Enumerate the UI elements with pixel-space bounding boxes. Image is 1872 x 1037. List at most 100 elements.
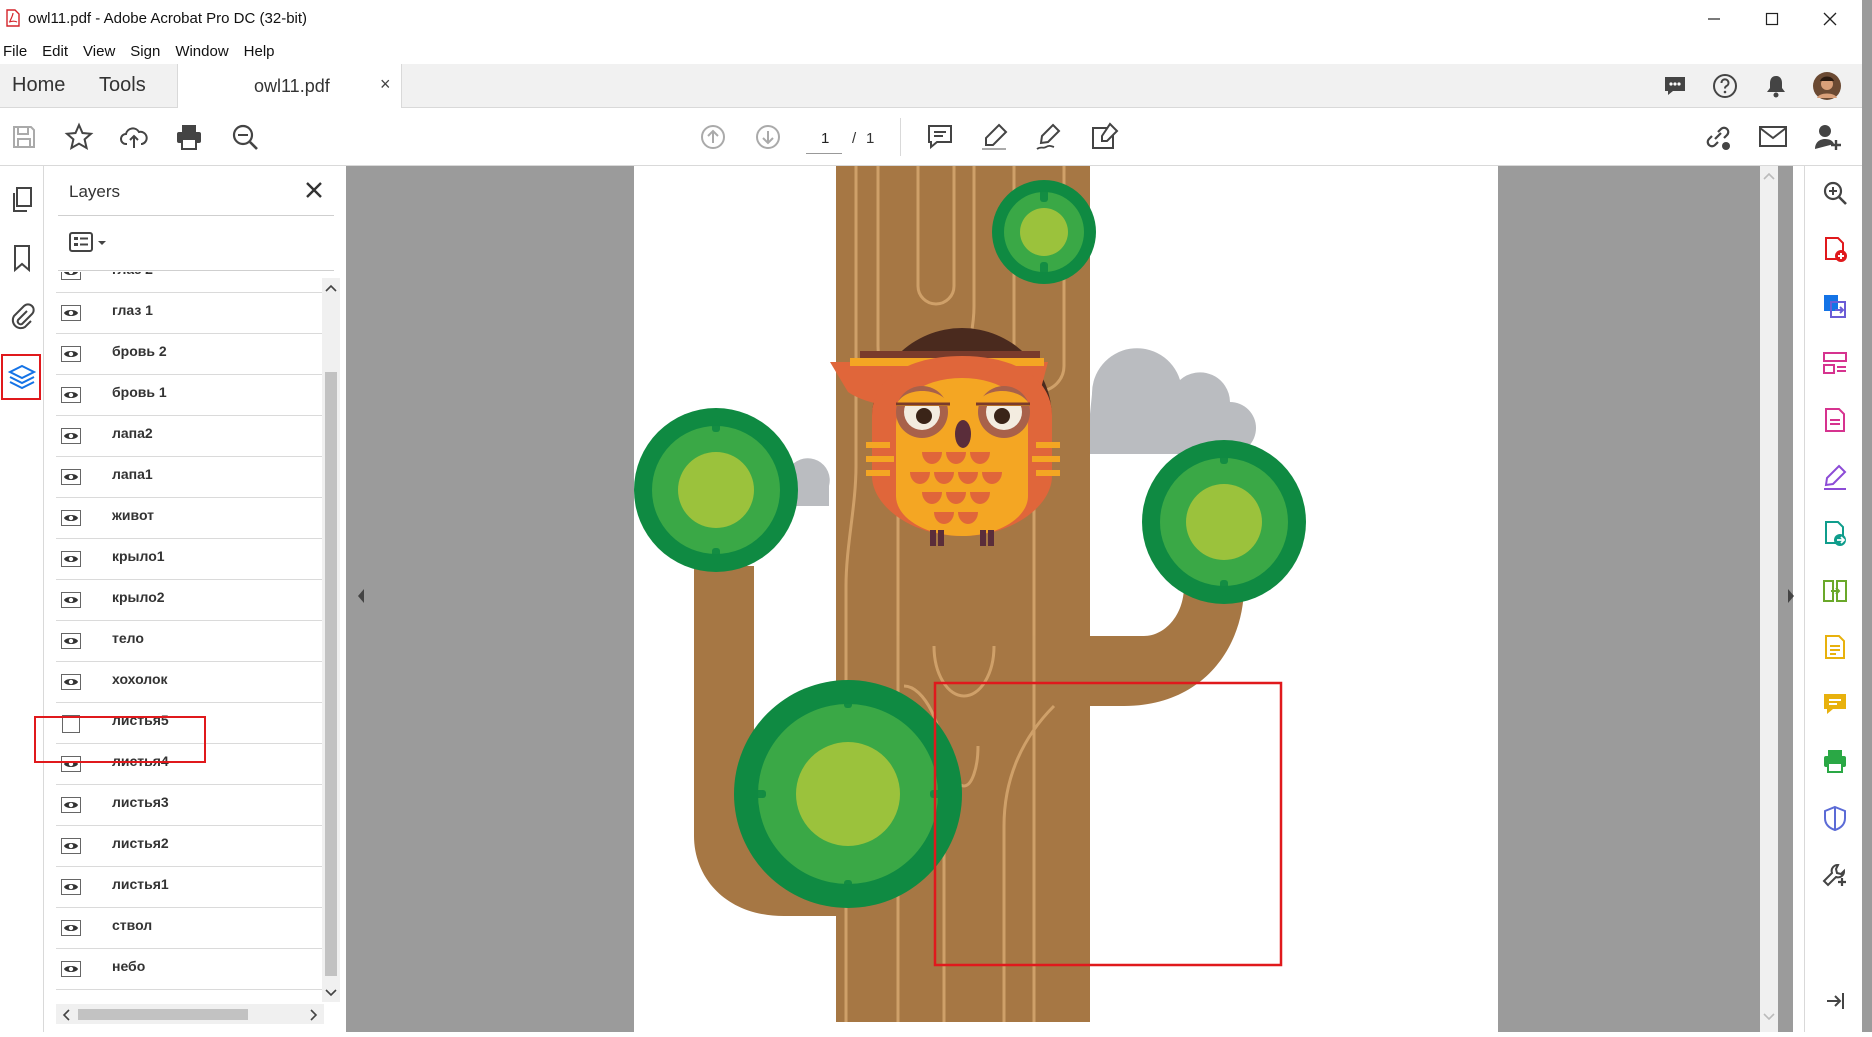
layer-visibility-eye-icon[interactable] xyxy=(61,674,81,690)
print-button[interactable] xyxy=(170,118,208,156)
layer-row[interactable]: тело xyxy=(56,621,322,662)
highlight-button[interactable] xyxy=(975,118,1013,156)
page-number-input[interactable]: 1 xyxy=(806,120,842,154)
comment-button[interactable] xyxy=(921,118,959,156)
scroll-thumb[interactable] xyxy=(78,1009,248,1020)
menu-window[interactable]: Window xyxy=(175,43,228,60)
user-avatar[interactable] xyxy=(1812,71,1842,101)
collapse-right-panel-icon[interactable] xyxy=(1786,588,1796,604)
layer-visibility-eye-icon[interactable] xyxy=(61,305,81,321)
layer-row[interactable]: хохолок xyxy=(56,662,322,703)
scroll-up-icon[interactable] xyxy=(1763,171,1775,181)
layer-visibility-eye-icon[interactable] xyxy=(61,633,81,649)
maximize-button[interactable] xyxy=(1743,0,1801,38)
layer-visibility-eye-icon[interactable] xyxy=(61,879,81,895)
layer-visibility-eye-icon[interactable] xyxy=(61,346,81,362)
scroll-thumb[interactable] xyxy=(325,372,337,976)
minimize-button[interactable] xyxy=(1685,0,1743,38)
edit-pdf-button[interactable] xyxy=(1820,405,1850,435)
menu-edit[interactable]: Edit xyxy=(42,43,68,60)
layer-visibility-eye-icon[interactable] xyxy=(61,387,81,403)
more-tools-button[interactable] xyxy=(1820,860,1850,890)
scroll-down-icon[interactable] xyxy=(325,988,337,998)
compare-files-button[interactable] xyxy=(1820,576,1850,606)
close-tab-button[interactable]: × xyxy=(380,74,391,95)
layer-row[interactable]: крыло2 xyxy=(56,580,322,621)
menu-file[interactable]: File xyxy=(3,43,27,60)
bookmarks-button[interactable] xyxy=(4,238,40,278)
notifications-bell-icon[interactable] xyxy=(1764,73,1788,99)
next-page-button[interactable] xyxy=(749,118,787,156)
send-for-review-button[interactable] xyxy=(1820,518,1850,548)
layer-visibility-eye-icon[interactable] xyxy=(61,592,81,608)
comment-tool-button[interactable] xyxy=(1820,689,1850,719)
layer-row[interactable]: листья1 xyxy=(56,867,322,908)
collapse-tools-button[interactable] xyxy=(1820,986,1850,1016)
find-zoom-button[interactable] xyxy=(226,118,264,156)
layer-row[interactable]: глаз 1 xyxy=(56,293,322,334)
layer-visibility-eye-icon[interactable] xyxy=(61,551,81,567)
menu-view[interactable]: View xyxy=(83,43,115,60)
scroll-down-icon[interactable] xyxy=(1763,1012,1775,1022)
chat-icon[interactable] xyxy=(1662,74,1688,98)
protect-button[interactable] xyxy=(1820,803,1850,833)
layer-visibility-eye-icon[interactable] xyxy=(61,272,81,280)
fill-sign-tool-button[interactable] xyxy=(1820,462,1850,492)
attachments-button[interactable] xyxy=(4,296,40,336)
fill-sign-button[interactable] xyxy=(1085,118,1123,156)
share-link-button[interactable] xyxy=(1699,118,1737,156)
close-panel-icon[interactable] xyxy=(302,178,326,202)
layer-row[interactable]: бровь 2 xyxy=(56,334,322,375)
previous-page-button[interactable] xyxy=(694,118,732,156)
tab-document[interactable]: owl11.pdf × xyxy=(177,64,402,109)
layer-row[interactable]: глаз 2 xyxy=(56,272,322,293)
close-window-button[interactable] xyxy=(1801,0,1859,38)
upload-cloud-button[interactable] xyxy=(115,118,153,156)
page-thumbnails-button[interactable] xyxy=(4,180,40,220)
layer-row[interactable]: лапа2 xyxy=(56,416,322,457)
collapse-right-icon xyxy=(1827,993,1844,1009)
layer-list-vertical-scrollbar[interactable] xyxy=(322,278,340,1002)
tab-tools[interactable]: Tools xyxy=(99,74,146,97)
layer-visibility-eye-icon[interactable] xyxy=(61,961,81,977)
add-user-button[interactable] xyxy=(1809,118,1847,156)
eye-icon xyxy=(64,925,78,931)
layer-row[interactable]: листья3 xyxy=(56,785,322,826)
document-vertical-scrollbar[interactable] xyxy=(1760,166,1778,1032)
layer-visibility-eye-icon[interactable] xyxy=(61,428,81,444)
tab-home[interactable]: Home xyxy=(12,74,65,97)
layer-options-icon[interactable] xyxy=(68,230,114,256)
create-pdf-button[interactable] xyxy=(1820,234,1850,264)
layer-row[interactable]: бровь 1 xyxy=(56,375,322,416)
menu-help[interactable]: Help xyxy=(244,43,275,60)
layer-row[interactable]: живот xyxy=(56,498,322,539)
scroll-right-icon[interactable] xyxy=(309,1009,319,1021)
eye-icon xyxy=(64,392,78,398)
layer-visibility-eye-icon[interactable] xyxy=(61,510,81,526)
layer-row[interactable]: лапа1 xyxy=(56,457,322,498)
layer-visibility-eye-icon[interactable] xyxy=(61,469,81,485)
scan-ocr-button[interactable] xyxy=(1820,632,1850,662)
layer-row[interactable]: крыло1 xyxy=(56,539,322,580)
export-pdf-button[interactable] xyxy=(1820,291,1850,321)
save-button[interactable] xyxy=(5,118,43,156)
collapse-left-panel-icon[interactable] xyxy=(356,588,366,604)
menu-sign[interactable]: Sign xyxy=(130,43,160,60)
scroll-left-icon[interactable] xyxy=(61,1009,71,1021)
email-button[interactable] xyxy=(1754,118,1792,156)
layer-row[interactable]: ствол xyxy=(56,908,322,949)
close-icon xyxy=(1823,12,1837,26)
layer-visibility-eye-icon[interactable] xyxy=(61,838,81,854)
layer-list-horizontal-scrollbar[interactable] xyxy=(56,1004,324,1024)
layer-visibility-eye-icon[interactable] xyxy=(61,920,81,936)
bookmark-star-button[interactable] xyxy=(60,118,98,156)
layer-visibility-eye-icon[interactable] xyxy=(61,797,81,813)
scroll-up-icon[interactable] xyxy=(325,283,337,293)
print-production-button[interactable] xyxy=(1820,746,1850,776)
zoom-tool-button[interactable] xyxy=(1820,178,1850,208)
organize-pages-button[interactable] xyxy=(1820,348,1850,378)
help-icon[interactable] xyxy=(1712,73,1738,99)
layer-row[interactable]: небо xyxy=(56,949,322,990)
layer-row[interactable]: листья2 xyxy=(56,826,322,867)
sign-button[interactable] xyxy=(1030,118,1068,156)
